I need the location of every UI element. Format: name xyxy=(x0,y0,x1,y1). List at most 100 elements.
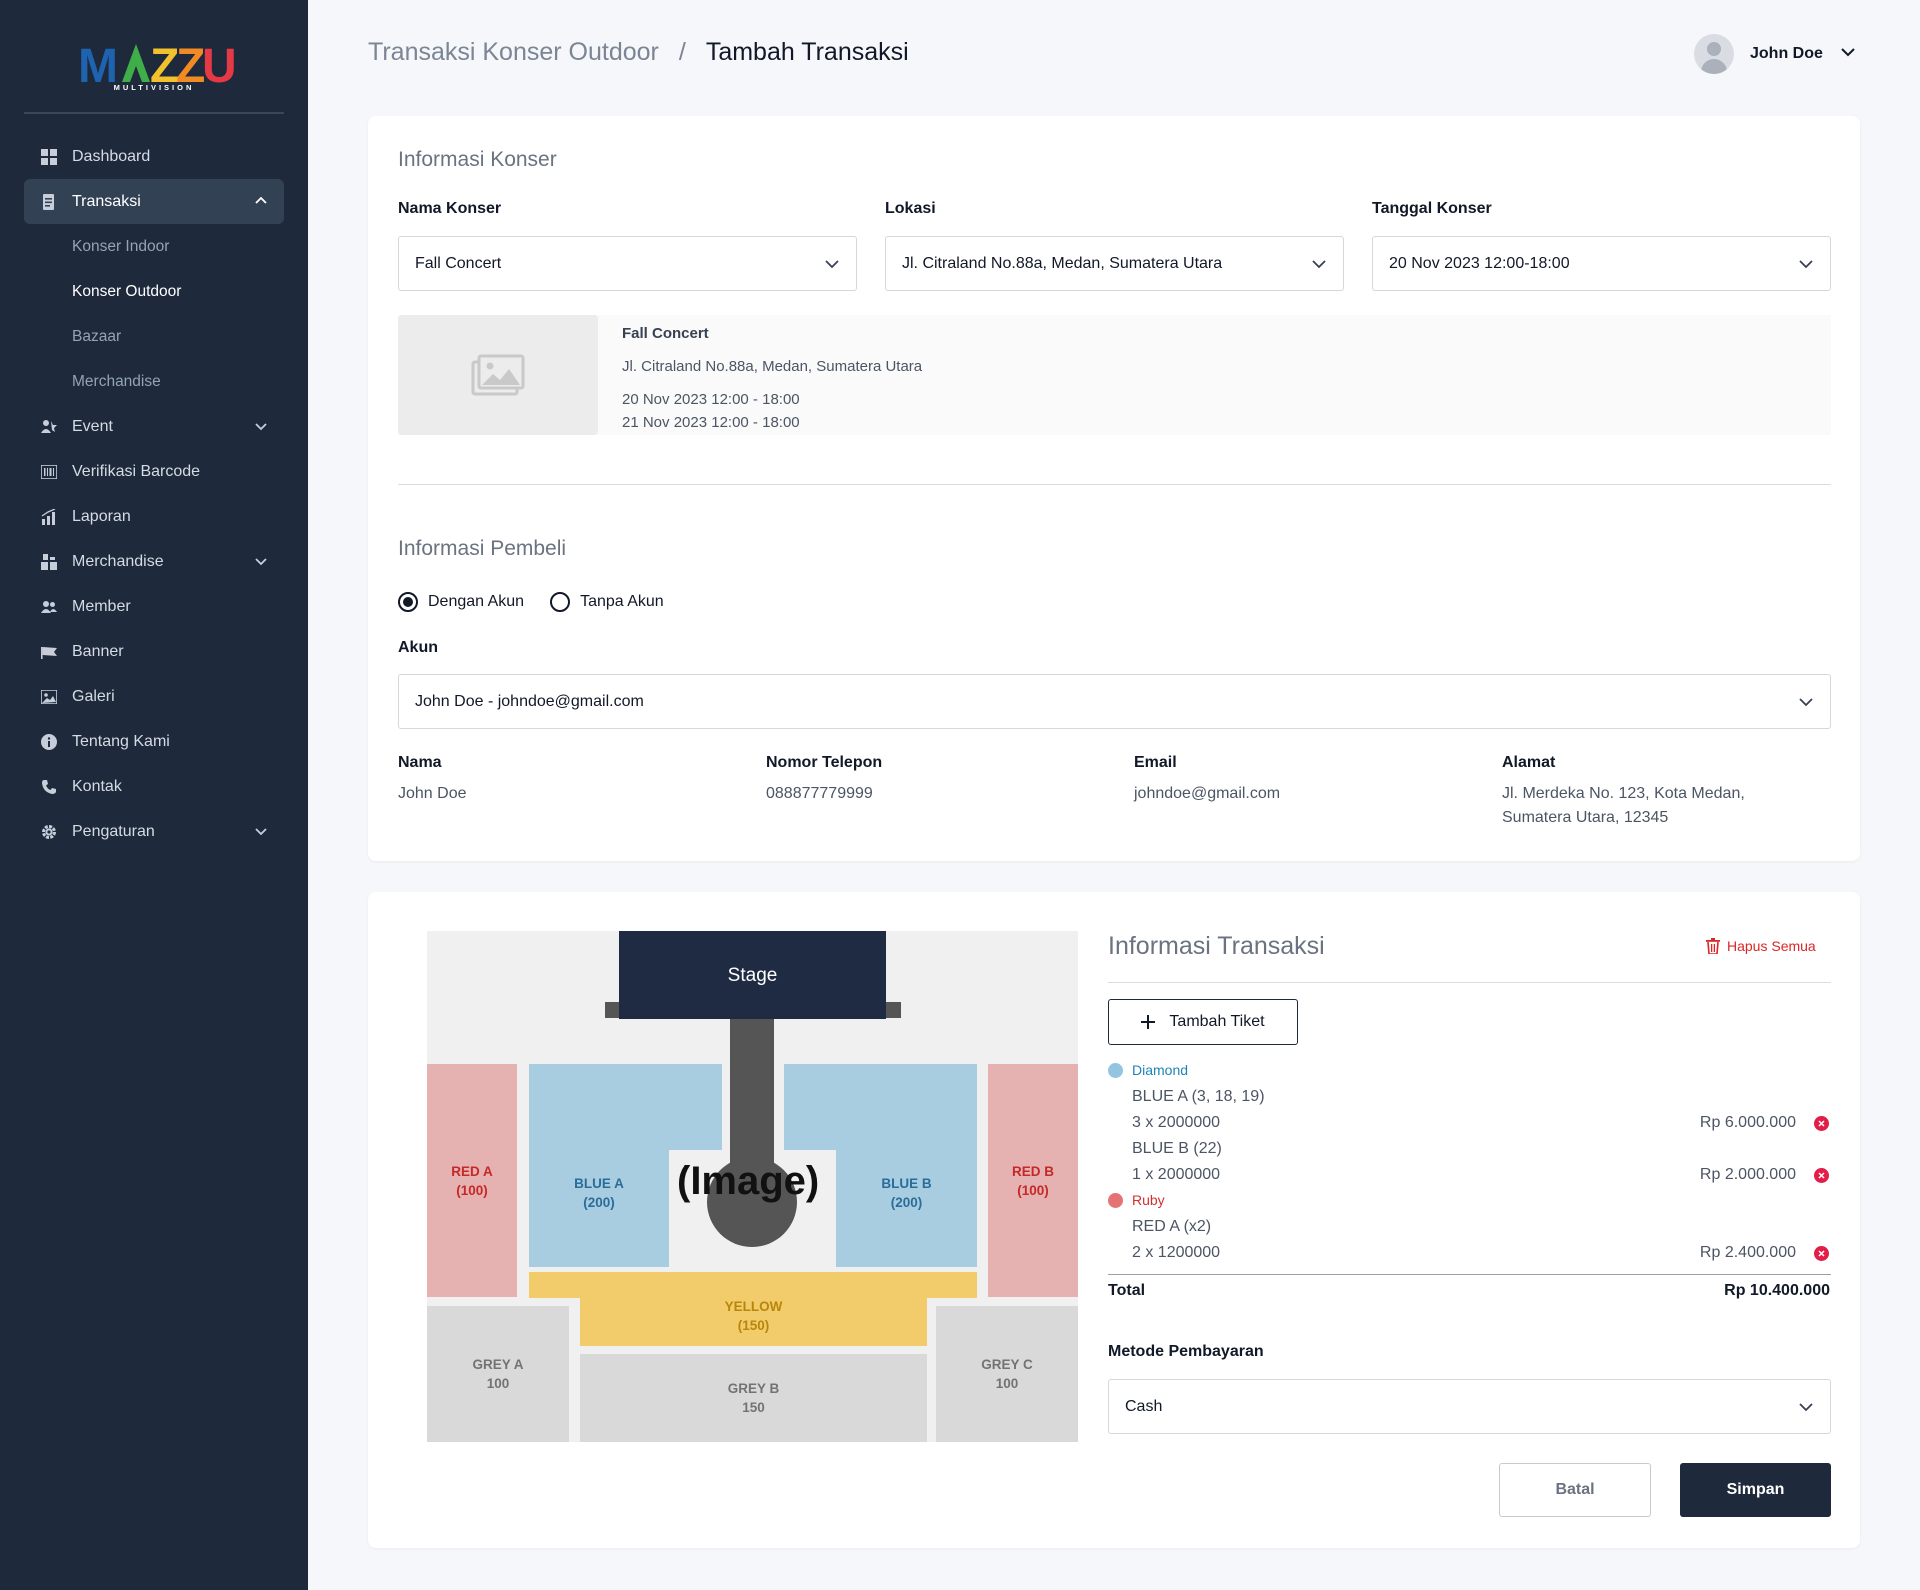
ticket-price: Rp 6.000.000 xyxy=(1699,1114,1796,1131)
ticket-price: Rp 2.000.000 xyxy=(1699,1166,1796,1183)
radio-dengan-akun[interactable]: Dengan Akun xyxy=(398,592,524,612)
sidebar-nav: Dashboard Transaksi Konser Indoor Konser… xyxy=(24,134,284,854)
sidebar-item-label: Tentang Kami xyxy=(72,732,170,750)
sidebar-item-dashboard[interactable]: Dashboard xyxy=(24,134,284,179)
transaction-divider xyxy=(1108,982,1831,983)
radio-button-checked[interactable] xyxy=(398,592,418,612)
concert-date: 21 Nov 2023 12:00 - 18:00 xyxy=(622,414,800,431)
sidebar-item-transaksi[interactable]: Transaksi xyxy=(24,179,284,224)
sidebar-item-label: Pengaturan xyxy=(72,822,155,840)
sidebar: M Z Z U MULTIVISION Dashboard Transaksi … xyxy=(0,0,308,1590)
sidebar-item-label: Verifikasi Barcode xyxy=(72,462,201,480)
user-menu[interactable]: John Doe xyxy=(1694,34,1857,74)
mazzu-logo[interactable]: M Z Z U MULTIVISION xyxy=(0,30,308,100)
zone-name: BLUE A xyxy=(574,1176,624,1191)
ticket-seats: BLUE B (22) xyxy=(1132,1140,1222,1157)
nama-konser-value: Fall Concert xyxy=(415,254,502,272)
tier-name: Diamond xyxy=(1132,1062,1189,1078)
zone-capacity: (200) xyxy=(890,1195,923,1210)
shop-icon xyxy=(40,553,58,571)
sidebar-subitem-konser-indoor[interactable]: Konser Indoor xyxy=(24,224,284,269)
sidebar-item-pengaturan[interactable]: Pengaturan xyxy=(24,809,284,854)
section-divider xyxy=(398,484,1831,485)
tambah-tiket-button[interactable]: Tambah Tiket xyxy=(1108,999,1298,1045)
ticket-qty: 1 x 2000000 xyxy=(1132,1166,1221,1183)
user-name: John Doe xyxy=(1750,45,1823,62)
radio-button[interactable] xyxy=(550,592,571,612)
akun-select[interactable]: John Doe - johndoe@gmail.com xyxy=(398,674,1831,729)
sidebar-subitem-bazaar[interactable]: Bazaar xyxy=(24,314,284,359)
seat-zone-blue-b[interactable]: BLUE B (200) xyxy=(836,1149,977,1267)
seat-zone-blue-a[interactable]: BLUE A (200) xyxy=(529,1149,669,1267)
batal-button[interactable]: Batal xyxy=(1499,1463,1651,1517)
total-divider xyxy=(1108,1274,1831,1275)
remove-ticket-button[interactable] xyxy=(1814,1246,1829,1261)
hapus-semua-button[interactable]: Hapus Semua xyxy=(1706,938,1816,954)
breadcrumb-parent[interactable]: Transaksi Konser Outdoor xyxy=(368,38,659,67)
sidebar-item-kontak[interactable]: Kontak xyxy=(24,764,284,809)
seat-zone-yellow[interactable]: YELLOW (150) xyxy=(580,1297,927,1346)
zone-capacity: (100) xyxy=(1017,1182,1049,1198)
ticket-seats: BLUE A (3, 18, 19) xyxy=(1132,1088,1265,1105)
concert-image-placeholder xyxy=(398,315,598,435)
zone-capacity: (200) xyxy=(583,1195,615,1210)
phone-icon xyxy=(40,778,58,796)
remove-ticket-button[interactable] xyxy=(1814,1168,1829,1183)
zone-name: YELLOW xyxy=(724,1298,783,1314)
sidebar-item-label: Galeri xyxy=(72,687,115,705)
seat-zone-blue-b-top[interactable] xyxy=(784,1064,977,1150)
lokasi-value: Jl. Citraland No.88a, Medan, Sumatera Ut… xyxy=(902,254,1223,272)
sidebar-item-verifikasi-barcode[interactable]: Verifikasi Barcode xyxy=(24,449,284,494)
sidebar-item-merchandise[interactable]: Merchandise xyxy=(24,539,284,584)
seat-zone-red-b[interactable]: RED B (100) xyxy=(988,1064,1078,1297)
seat-zone-grey-b[interactable]: GREY B 150 xyxy=(580,1354,927,1442)
transaction-title: Informasi Transaksi xyxy=(1108,932,1325,960)
avatar xyxy=(1694,34,1734,74)
tanggal-konser-label: Tanggal Konser xyxy=(1372,200,1492,217)
sidebar-subitem-merchandise[interactable]: Merchandise xyxy=(24,359,284,404)
sidebar-item-banner[interactable]: Banner xyxy=(24,629,284,674)
zone-capacity: 150 xyxy=(742,1400,765,1415)
sidebar-subitem-konser-outdoor[interactable]: Konser Outdoor xyxy=(24,269,284,314)
sidebar-item-event[interactable]: Event xyxy=(24,404,284,449)
seat-zone-blue-a-top[interactable] xyxy=(529,1064,722,1150)
sidebar-item-label: Member xyxy=(72,597,131,615)
lokasi-label: Lokasi xyxy=(885,200,936,217)
concert-preview: Fall Concert Jl. Citraland No.88a, Medan… xyxy=(398,315,1831,435)
nama-konser-label: Nama Konser xyxy=(398,200,502,217)
svg-text:MULTIVISION: MULTIVISION xyxy=(114,83,195,92)
akun-radio-group: Dengan Akun Tanpa Akun xyxy=(398,592,690,612)
chevron-down-icon xyxy=(824,256,840,277)
radio-tanpa-akun[interactable]: Tanpa Akun xyxy=(550,592,664,612)
sidebar-item-member[interactable]: Member xyxy=(24,584,284,629)
sidebar-item-tentang-kami[interactable]: Tentang Kami xyxy=(24,719,284,764)
nama-konser-select[interactable]: Fall Concert xyxy=(398,236,857,291)
remove-ticket-button[interactable] xyxy=(1814,1116,1829,1131)
seat-zone-red-a[interactable]: RED A (100) xyxy=(427,1064,517,1297)
tier-name: Ruby xyxy=(1132,1192,1165,1208)
metode-pembayaran-select[interactable]: Cash xyxy=(1108,1379,1831,1434)
simpan-button[interactable]: Simpan xyxy=(1680,1463,1831,1517)
dashboard-icon xyxy=(40,148,58,166)
tanggal-konser-select[interactable]: 20 Nov 2023 12:00-18:00 xyxy=(1372,236,1831,291)
lokasi-select[interactable]: Jl. Citraland No.88a, Medan, Sumatera Ut… xyxy=(885,236,1344,291)
sidebar-item-galeri[interactable]: Galeri xyxy=(24,674,284,719)
zone-name: BLUE B xyxy=(881,1176,932,1191)
seat-zone-grey-c[interactable]: GREY C 100 xyxy=(936,1306,1078,1442)
sidebar-item-laporan[interactable]: Laporan xyxy=(24,494,284,539)
chevron-down-icon xyxy=(254,419,268,438)
total-value: Rp 10.400.000 xyxy=(1724,1282,1830,1299)
sidebar-subitem-label: Bazaar xyxy=(72,327,122,345)
close-icon xyxy=(1818,1172,1825,1179)
seat-zone-grey-a[interactable]: GREY A 100 xyxy=(427,1306,569,1442)
receipt-icon xyxy=(40,193,58,211)
email-label: Email xyxy=(1134,754,1177,771)
sidebar-item-label: Dashboard xyxy=(72,147,151,165)
alamat-line: Sumatera Utara, 12345 xyxy=(1502,809,1669,826)
akun-label: Akun xyxy=(398,639,438,656)
seat-zone-yellow-top[interactable] xyxy=(529,1272,977,1298)
telepon-label: Nomor Telepon xyxy=(766,754,883,771)
svg-text:M: M xyxy=(78,40,118,93)
chevron-down-icon xyxy=(254,824,268,843)
image-icon xyxy=(471,354,525,396)
